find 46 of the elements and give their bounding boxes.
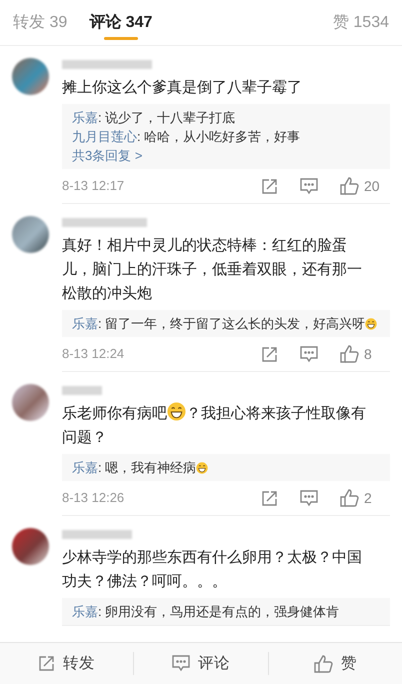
grin-emoji-icon — [167, 402, 186, 421]
thumbs-up-icon[interactable] — [340, 345, 359, 363]
reply-box[interactable]: 乐嘉: 留了一年，终于留了这么长的头发，好高兴呀 — [62, 310, 390, 337]
comment-icon[interactable] — [300, 178, 318, 194]
like-count: 20 — [364, 176, 380, 196]
reply-text: 乐嘉: 嗯，我有神经病 — [72, 459, 196, 477]
comment-text: 少林寺学的那些东西有什么卵用？太极？中国功夫？佛法？呵呵。。。 — [62, 548, 363, 592]
avatar[interactable] — [12, 216, 49, 253]
comment-text: 摊上你这么个爹真是倒了八辈子霉了 — [62, 78, 303, 98]
thumbs-up-icon[interactable] — [340, 489, 359, 507]
share-button[interactable]: 转发 — [0, 652, 134, 676]
reply-text: 乐嘉: 说少了，十八辈子打底 — [72, 109, 236, 127]
tab[interactable]: 评论 347 — [89, 0, 152, 46]
like-count: 2 — [364, 488, 372, 508]
reply-box[interactable]: 乐嘉: 嗯，我有神经病 — [62, 454, 390, 481]
share-icon[interactable] — [261, 346, 278, 362]
thumbs-up-icon[interactable] — [314, 654, 333, 672]
comment-button[interactable]: 评论 — [133, 652, 268, 676]
more-replies-link[interactable]: 共3条回复 > — [72, 146, 142, 165]
reply-box[interactable]: 乐嘉: 卵用没有，鸟用还是有点的，强身健体肯 — [62, 598, 390, 625]
reply-text: 乐嘉: 卵用没有，鸟用还是有点的，强身健体肯 — [72, 603, 340, 621]
reply-text: 乐嘉: 留了一年，终于留了这么长的头发，好高兴呀 — [72, 315, 366, 333]
share-icon[interactable] — [261, 490, 278, 506]
grin-emoji-icon — [365, 318, 378, 330]
grin-emoji-icon — [196, 462, 208, 474]
comment-text: 真好！相片中灵儿的状态特棒：红红的脸蛋儿，脑门上的汗珠子，低垂着双眼，还有那一松散的冲头炮 — [62, 236, 363, 304]
timestamp: 8-13 12:17 — [62, 177, 124, 196]
blurred-username — [62, 530, 132, 539]
share-icon[interactable] — [38, 655, 56, 672]
thumbs-up-icon[interactable] — [340, 177, 359, 195]
comment-icon[interactable] — [300, 490, 318, 506]
tab-indicator — [104, 36, 138, 40]
avatar[interactable] — [12, 384, 49, 421]
comment-icon[interactable] — [300, 346, 318, 362]
comment-text: 乐老师你有病吧 ？我担心将来孩子性取像有问题？ — [62, 402, 367, 450]
reply-box[interactable]: 乐嘉: 说少了，十八辈子打底 九月目莲心: 哈哈，从小吃好多苦，好事 共3条回复 > — [62, 104, 390, 169]
like-count: 8 — [364, 344, 372, 364]
timestamp: 8-13 12:24 — [62, 345, 124, 364]
avatar[interactable] — [12, 58, 49, 95]
avatar[interactable] — [12, 528, 49, 565]
reply-text: 九月目莲心: 哈哈，从小吃好多苦，好事 — [72, 128, 300, 146]
comment-icon[interactable] — [172, 655, 190, 672]
blurred-username — [62, 386, 102, 395]
timestamp: 8-13 12:26 — [62, 489, 124, 508]
share-icon[interactable] — [261, 178, 278, 194]
like-button[interactable]: 赞 — [268, 652, 402, 676]
